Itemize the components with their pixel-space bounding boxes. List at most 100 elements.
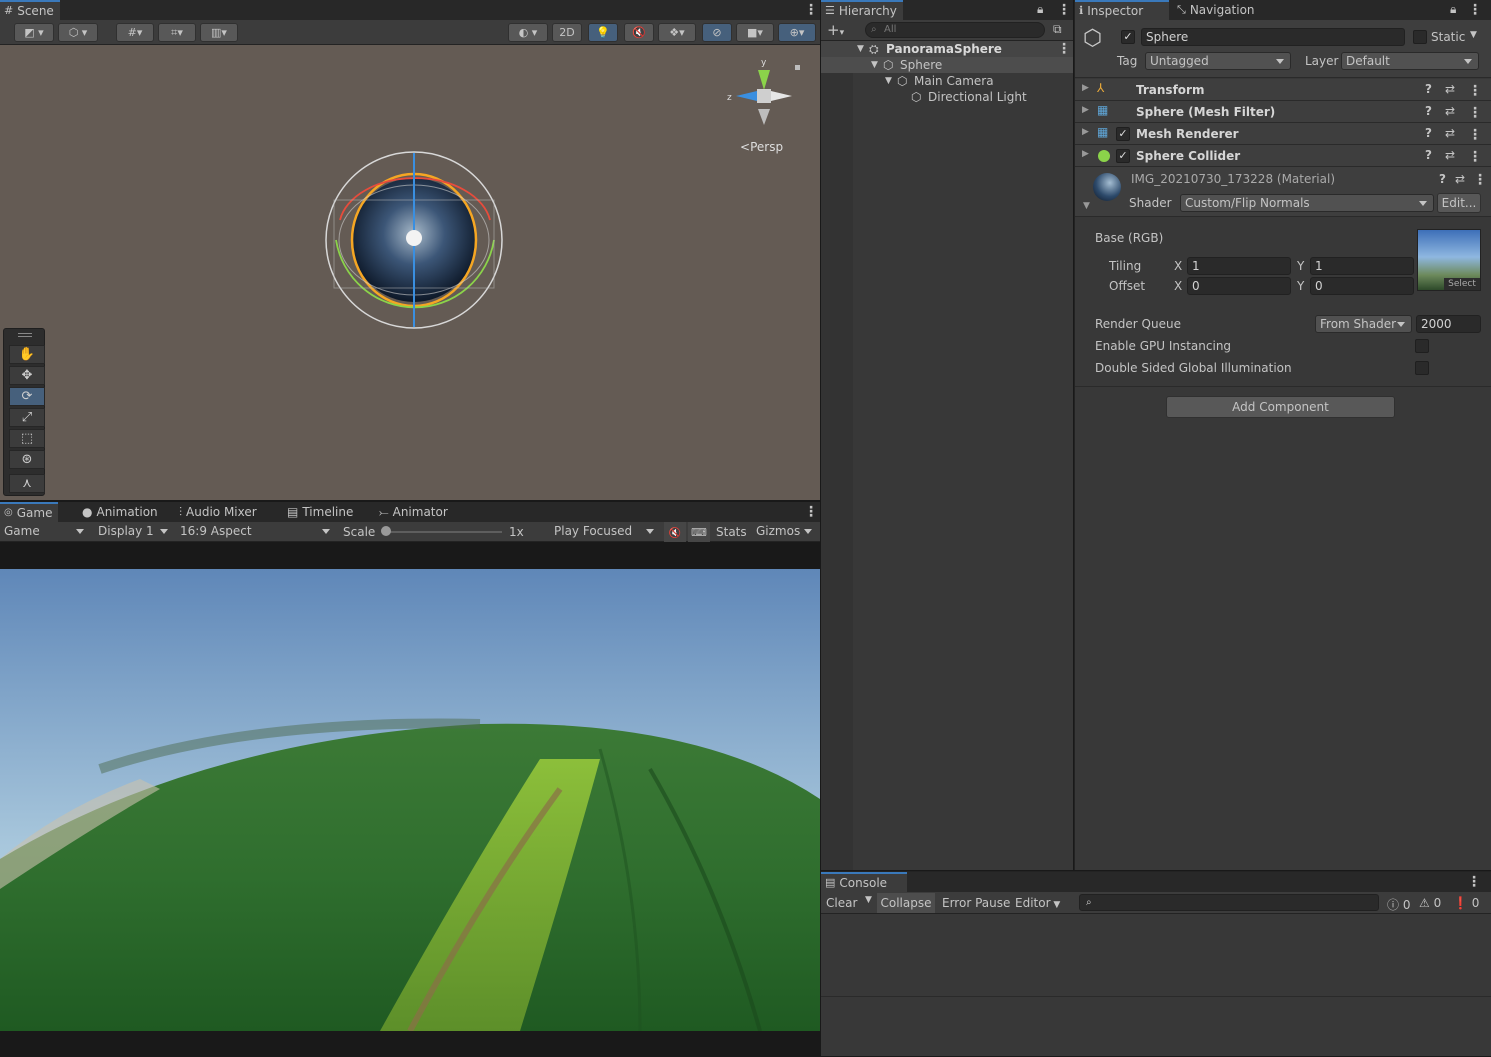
help-icon[interactable]: ? — [1425, 148, 1432, 162]
component-more-icon[interactable]: ⋮ — [1468, 150, 1482, 164]
console-more-icon[interactable]: ⋮ — [1467, 875, 1481, 889]
tab-scene[interactable]: # Scene — [0, 0, 60, 20]
shader-select[interactable]: Custom/Flip Normals — [1180, 194, 1434, 212]
expand-arrow-icon[interactable]: ▶ — [1082, 83, 1089, 93]
lock-icon[interactable]: 🔒︎ — [1037, 2, 1043, 17]
gizmos-select[interactable]: Gizmos — [752, 523, 818, 541]
warning-filter-toggle[interactable]: ⚠ 0 — [1419, 896, 1441, 910]
hierarchy-search-input[interactable]: ⌕ All — [865, 22, 1045, 38]
expand-arrow-icon[interactable]: ▼ — [871, 57, 878, 73]
help-icon[interactable]: ? — [1425, 82, 1432, 96]
scale-tool[interactable]: ⤢ — [9, 408, 45, 427]
view-select[interactable]: Game — [0, 523, 90, 541]
game-more-icon[interactable]: ⋮ — [804, 505, 818, 519]
tab-hierarchy[interactable]: ☰ Hierarchy — [821, 0, 903, 20]
expand-arrow-icon[interactable]: ▶ — [1082, 105, 1089, 115]
hierarchy-more-icon[interactable]: ⋮ — [1057, 3, 1071, 17]
object-name-field[interactable]: Sphere — [1141, 28, 1405, 46]
palette-drag-handle[interactable] — [18, 333, 32, 337]
increment-snap-button[interactable]: ⌗▾ — [158, 23, 196, 42]
tab-animation[interactable]: ● Animation — [78, 502, 164, 522]
presets-icon[interactable]: ⇄ — [1445, 104, 1455, 118]
tab-navigation[interactable]: ⤡ Navigation — [1173, 0, 1261, 20]
sphere-object[interactable] — [325, 151, 503, 329]
double-sided-gi-checkbox[interactable] — [1415, 361, 1429, 375]
clear-options-icon[interactable]: ▼ — [865, 895, 872, 905]
shading-button[interactable]: ◐ ▾ — [508, 23, 548, 42]
editor-select[interactable]: Editor ▼ — [1015, 896, 1060, 910]
grid-snap-button[interactable]: #▾ — [116, 23, 154, 42]
expand-arrow-icon[interactable]: ▼ — [1083, 201, 1090, 211]
scale-slider-thumb[interactable] — [381, 526, 391, 536]
edit-shader-button[interactable]: Edit... — [1437, 193, 1481, 213]
component-more-icon[interactable]: ⋮ — [1468, 128, 1482, 142]
orientation-gizmo[interactable]: y z — [727, 58, 800, 125]
persp-label[interactable]: <Persp — [740, 140, 783, 154]
hierarchy-item-directional-light[interactable]: ⬡ Directional Light — [821, 89, 1073, 105]
hierarchy-item-panoramasphere[interactable]: ▼ ⛭ PanoramaSphere ⋮ — [821, 41, 1073, 57]
offset-x-field[interactable]: 0 — [1187, 277, 1291, 295]
shortcuts-toggle[interactable]: ⌨ — [688, 522, 710, 542]
sphere-collider-enabled-checkbox[interactable]: ✓ — [1116, 149, 1130, 163]
presets-icon[interactable]: ⇄ — [1445, 148, 1455, 162]
component-mesh-filter[interactable]: ▶ ▦ Sphere (Mesh Filter) ? ⇄ ⋮ — [1075, 101, 1491, 123]
presets-icon[interactable]: ⇄ — [1455, 172, 1465, 186]
console-log-list[interactable] — [821, 914, 1491, 997]
tab-animator[interactable]: ⤚ Animator — [375, 502, 454, 522]
view-options-button[interactable]: ⬡ ▾ — [58, 23, 98, 42]
lighting-toggle[interactable]: 💡 — [588, 23, 618, 42]
expand-arrow-icon[interactable]: ▼ — [857, 41, 864, 57]
help-icon[interactable]: ? — [1425, 104, 1432, 118]
console-detail-area[interactable] — [821, 998, 1491, 1057]
texture-select-button[interactable]: Select — [1444, 278, 1480, 290]
tiling-x-field[interactable]: 1 — [1187, 257, 1291, 275]
error-filter-toggle[interactable]: ❗ 0 — [1453, 896, 1479, 910]
mesh-renderer-enabled-checkbox[interactable]: ✓ — [1116, 127, 1130, 141]
create-button[interactable]: +▾ — [827, 21, 844, 39]
active-checkbox[interactable]: ✓ — [1121, 30, 1135, 44]
clear-button[interactable]: Clear — [826, 896, 857, 910]
render-queue-field[interactable]: 2000 — [1416, 315, 1481, 333]
offset-y-field[interactable]: 0 — [1310, 277, 1414, 295]
align-button[interactable]: ▥▾ — [200, 23, 238, 42]
custom-tool[interactable]: ⋏ — [9, 474, 45, 493]
tiling-y-field[interactable]: 1 — [1310, 257, 1414, 275]
console-search-input[interactable]: ⌕ — [1079, 894, 1379, 911]
static-checkbox[interactable] — [1413, 30, 1427, 44]
tag-select[interactable]: Untagged — [1145, 52, 1291, 70]
gameobject-large-icon[interactable]: ⬡ — [1083, 26, 1102, 51]
tab-timeline[interactable]: ▤ Timeline — [283, 502, 359, 522]
audio-toggle[interactable]: 🔇 — [624, 23, 654, 42]
move-tool[interactable]: ✥ — [9, 366, 45, 385]
expand-arrow-icon[interactable]: ▶ — [1082, 149, 1089, 159]
expand-arrow-icon[interactable]: ▶ — [1082, 127, 1089, 137]
scene-more-icon[interactable]: ⋮ — [804, 3, 818, 17]
scale-slider-track[interactable] — [386, 531, 502, 533]
component-more-icon[interactable]: ⋮ — [1468, 84, 1482, 98]
inspector-more-icon[interactable]: ⋮ — [1468, 3, 1482, 17]
visibility-toggle[interactable]: ⊘ — [702, 23, 732, 42]
component-more-icon[interactable]: ⋮ — [1468, 106, 1482, 120]
tab-audio-mixer[interactable]: ⫶ Audio Mixer — [175, 502, 263, 522]
presets-icon[interactable]: ⇄ — [1445, 126, 1455, 140]
effects-button[interactable]: ❖▾ — [658, 23, 696, 42]
game-view[interactable] — [0, 542, 820, 1056]
gpu-instancing-checkbox[interactable] — [1415, 339, 1429, 353]
component-sphere-collider[interactable]: ▶ ✓ Sphere Collider ? ⇄ ⋮ — [1075, 145, 1491, 167]
camera-button[interactable]: ■▾ — [736, 23, 774, 42]
component-mesh-renderer[interactable]: ▶ ▦ ✓ Mesh Renderer ? ⇄ ⋮ — [1075, 123, 1491, 145]
mute-audio-toggle[interactable]: 🔇 — [664, 522, 686, 542]
rotate-tool[interactable]: ⟳ — [9, 387, 45, 406]
aspect-select[interactable]: 16:9 Aspect — [176, 523, 336, 541]
draw-mode-button[interactable]: ◩ ▾ — [14, 23, 54, 42]
expand-arrow-icon[interactable]: ▼ — [885, 73, 892, 89]
tab-inspector[interactable]: ℹ Inspector — [1075, 0, 1169, 20]
rect-tool[interactable]: ⬚ — [9, 429, 45, 448]
error-pause-toggle[interactable]: Error Pause — [942, 896, 1010, 910]
lock-icon[interactable]: 🔒︎ — [1450, 2, 1456, 17]
gizmos-button[interactable]: ⊕▾ — [778, 23, 816, 42]
component-transform[interactable]: ▶ ⅄ Transform ? ⇄ ⋮ — [1075, 79, 1491, 101]
display-select[interactable]: Display 1 — [94, 523, 174, 541]
transform-tool[interactable]: ⊛ — [9, 450, 45, 469]
info-filter-toggle[interactable]: ⓘ 0 — [1387, 896, 1410, 913]
